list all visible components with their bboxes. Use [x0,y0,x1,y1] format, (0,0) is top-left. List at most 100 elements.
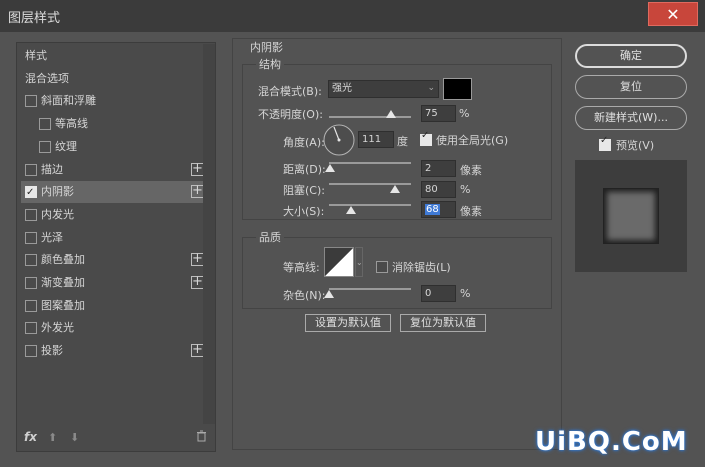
style-list-item[interactable]: 纹理 [21,136,207,158]
contour-label: 等高线: [283,261,320,274]
style-checkbox[interactable] [25,182,37,204]
style-checkbox[interactable] [39,118,51,131]
noise-unit: % [460,287,471,300]
style-list-item[interactable]: 混合选项 [21,68,207,90]
choke-unit: % [460,183,471,196]
contour-dropdown-icon[interactable]: ⌄ [355,247,363,277]
style-list-item[interactable]: 样式 [21,45,207,67]
style-list-item[interactable]: 斜面和浮雕 [21,90,207,112]
style-checkbox[interactable] [39,140,51,153]
angle-dial[interactable] [322,123,356,160]
style-list-item[interactable]: 描边 + [21,159,207,181]
noise-slider-thumb[interactable] [324,290,334,298]
choke-input[interactable]: 80 [421,181,456,198]
style-list-item[interactable]: 内发光 [21,204,207,226]
style-list-label: 渐变叠加 [41,276,85,289]
style-list-label: 纹理 [55,139,77,153]
angle-input[interactable]: 111 [358,131,394,148]
contour-picker[interactable] [324,247,354,277]
global-light-label: 使用全局光(G) [436,134,509,147]
size-slider-thumb[interactable] [346,206,357,214]
choke-slider-thumb[interactable] [389,185,400,193]
chevron-down-icon: ⌄ [427,83,435,93]
style-checkbox[interactable] [25,208,37,221]
style-list-label: 描边 [41,162,63,176]
shadow-color-swatch[interactable] [443,78,472,100]
opacity-input[interactable]: 75 [421,105,456,122]
reset-default-button[interactable]: 复位为默认值 [400,314,486,332]
distance-input[interactable]: 2 [421,160,456,177]
blend-mode-label: 混合模式(B): [258,85,322,98]
style-list-item[interactable]: 渐变叠加 + [21,272,207,294]
opacity-slider-track[interactable] [329,116,411,118]
style-list-label: 光泽 [41,230,63,244]
preview-swatch [603,188,659,244]
size-unit: 像素 [460,205,482,218]
preview-box [575,160,687,272]
style-list-scrollbar[interactable] [203,44,215,424]
distance-slider-thumb[interactable] [324,164,335,172]
arrow-down-icon[interactable]: ⬇ [70,431,79,444]
style-checkbox[interactable] [25,299,37,312]
style-checkbox[interactable] [25,254,37,267]
watermark: UiBQ.CoM [535,427,688,457]
make-default-button[interactable]: 设置为默认值 [305,314,391,332]
style-list-item[interactable]: 外发光 [21,317,207,339]
reset-button[interactable]: 复位 [575,75,687,99]
size-slider-track[interactable] [329,204,411,206]
blend-mode-value: 强光 [332,83,352,94]
style-list-label: 斜面和浮雕 [41,94,96,108]
choke-label: 阻塞(C): [283,184,325,197]
style-list-label: 外发光 [41,321,74,335]
close-button[interactable]: ✕ [648,2,698,26]
style-list-item[interactable]: 投影 + [21,340,207,362]
style-list-item[interactable]: 内阴影+ [21,181,207,204]
title-bar [0,0,705,32]
style-list-label: 等高线 [55,117,88,131]
style-list-item[interactable]: 图案叠加 [21,295,207,317]
noise-slider-track[interactable] [329,288,411,290]
style-checkbox[interactable] [25,163,37,176]
window-title: 图层样式 [8,11,61,26]
style-list-label: 内阴影 [41,185,74,199]
size-input[interactable]: 68 [421,201,456,218]
noise-input[interactable]: 0 [421,285,456,302]
style-checkbox[interactable] [25,322,37,335]
style-list-label: 样式 [25,49,47,62]
style-list-label: 投影 [41,344,63,358]
style-checkbox[interactable] [25,231,37,244]
fx-button[interactable]: fx [24,430,37,444]
anti-alias-label: 消除锯齿(L) [392,261,451,274]
angle-unit: 度 [397,135,408,148]
style-checkbox[interactable] [25,277,37,289]
global-light-checkbox[interactable] [420,130,432,146]
style-list-label: 内发光 [41,207,74,221]
angle-label: 角度(A): [283,136,325,149]
opacity-slider-thumb[interactable] [385,110,396,118]
quality-title: 品质 [256,229,284,245]
opacity-label: 不透明度(O): [258,108,323,121]
structure-title: 结构 [256,56,284,72]
style-list-label: 颜色叠加 [41,253,85,267]
preview-label: 预览(V) [616,139,655,152]
style-checkbox[interactable] [25,95,37,108]
arrow-up-icon[interactable]: ⬆ [48,431,57,444]
ok-button[interactable]: 确定 [575,44,687,68]
new-style-button[interactable]: 新建样式(W)... [575,106,687,130]
style-list-item[interactable]: 光泽 [21,227,207,249]
style-list-label: 图案叠加 [41,298,85,312]
preview-checkbox[interactable] [599,135,611,151]
opacity-unit: % [459,107,470,120]
size-input-value: 68 [425,204,440,215]
blend-mode-select[interactable]: 强光 ⌄ [328,80,439,98]
noise-label: 杂色(N): [283,289,326,302]
anti-alias-checkbox[interactable] [376,261,388,273]
style-list-item[interactable]: 等高线 [21,113,207,135]
distance-unit: 像素 [460,164,482,177]
trash-icon[interactable] [196,430,207,445]
style-list-item[interactable]: 颜色叠加 + [21,249,207,271]
style-checkbox[interactable] [25,345,37,358]
size-label: 大小(S): [283,205,325,218]
distance-slider-track[interactable] [329,162,411,164]
style-list-panel: 样式混合选项斜面和浮雕等高线纹理描边+内阴影+ 内发光光泽颜色叠加+渐变叠加+ 图案… [16,42,216,452]
